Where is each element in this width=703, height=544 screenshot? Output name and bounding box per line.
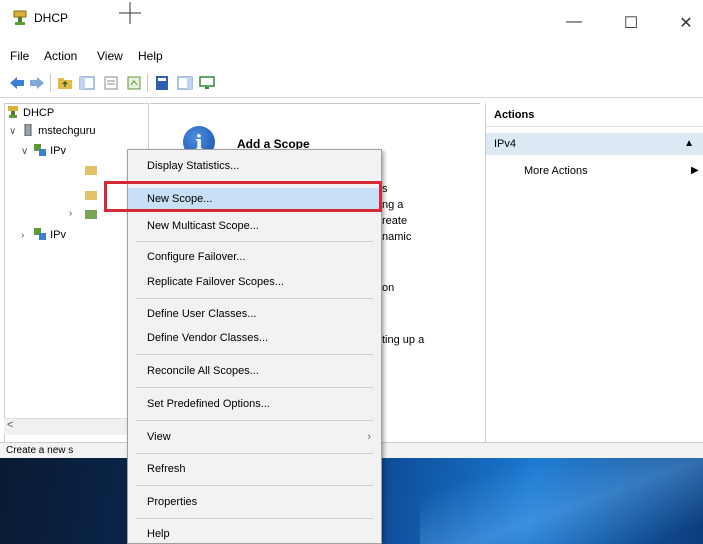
- collapse-chevron-icon[interactable]: ∨: [21, 146, 31, 157]
- crosshair-cursor-icon: [119, 2, 141, 24]
- more-actions-link[interactable]: More Actions: [524, 165, 588, 177]
- center-text-fragment: reate: [382, 215, 408, 227]
- highlight-annotation-box: [104, 181, 382, 212]
- center-text-fragment: namic: [382, 231, 412, 243]
- menu-separator: [136, 354, 373, 355]
- status-text: Create a new s: [6, 445, 74, 456]
- actions-section-label: IPv4: [494, 138, 517, 150]
- actions-pane: Actions IPv4 ▲ More Actions ▶: [485, 103, 703, 443]
- menu-item-set-predefined-options[interactable]: Set Predefined Options...: [128, 393, 381, 415]
- expand-chevron-icon[interactable]: ›: [21, 230, 31, 241]
- tree-label-server: mstechguru: [38, 125, 96, 137]
- forward-arrow-icon[interactable]: [28, 75, 46, 91]
- tree-label-ipv6: IPv: [50, 229, 66, 241]
- tree-label-dhcp: DHCP: [23, 107, 55, 119]
- menu-item-define-vendor-classes[interactable]: Define Vendor Classes...: [128, 327, 381, 349]
- center-text-fragment: s: [382, 183, 388, 195]
- actions-section-ipv4[interactable]: IPv4 ▲: [486, 133, 703, 155]
- menu-item-view[interactable]: View ›: [128, 426, 381, 448]
- ipv6-node-icon: [34, 228, 47, 240]
- scroll-left-arrow-icon[interactable]: <: [7, 419, 13, 431]
- collapse-chevron-icon[interactable]: ∨: [9, 126, 19, 137]
- menu-view[interactable]: View: [97, 49, 123, 63]
- menu-item-replicate-failover-scopes[interactable]: Replicate Failover Scopes...: [128, 271, 381, 293]
- menu-file[interactable]: File: [10, 49, 29, 63]
- menu-action[interactable]: Action: [44, 49, 77, 63]
- menu-item-help[interactable]: Help: [128, 523, 381, 544]
- tree-node-dhcp[interactable]: DHCP: [7, 106, 54, 122]
- center-text-fragment: ting up a: [382, 334, 425, 346]
- title-bar[interactable]: DHCP — ☐ ✕: [0, 0, 703, 44]
- tree-node-server[interactable]: ∨ mstechguru: [9, 124, 96, 140]
- dhcp-node-icon: [8, 106, 18, 118]
- menu-separator: [136, 387, 373, 388]
- menu-separator: [136, 241, 373, 242]
- expand-chevron-icon[interactable]: ›: [69, 208, 72, 219]
- menu-separator: [136, 453, 373, 454]
- refresh-icon[interactable]: [125, 75, 143, 91]
- filter-folder-icon: [85, 210, 97, 219]
- menu-help[interactable]: Help: [138, 49, 163, 63]
- minimize-button[interactable]: —: [563, 13, 585, 31]
- tree-node-ipv6[interactable]: › IPv: [21, 228, 66, 244]
- action-pane-icon[interactable]: [176, 75, 194, 91]
- maximize-button[interactable]: ☐: [620, 13, 642, 33]
- up-folder-icon[interactable]: [56, 75, 74, 91]
- properties-icon[interactable]: [102, 75, 120, 91]
- back-arrow-icon[interactable]: [8, 75, 26, 91]
- ipv4-node-icon: [34, 144, 47, 156]
- toolbar: [0, 68, 703, 98]
- menu-item-display-statistics[interactable]: Display Statistics...: [128, 155, 381, 177]
- collapse-up-arrow-icon[interactable]: ▲: [684, 133, 694, 155]
- menu-item-properties[interactable]: Properties: [128, 491, 381, 513]
- menu-item-reconcile-all-scopes[interactable]: Reconcile All Scopes...: [128, 360, 381, 382]
- menu-separator: [136, 485, 373, 486]
- tree-label-ipv4: IPv: [50, 145, 66, 157]
- menu-separator: [136, 420, 373, 421]
- menu-bar: File Action View Help: [0, 48, 703, 66]
- menu-item-new-multicast-scope[interactable]: New Multicast Scope...: [128, 215, 381, 237]
- tree-node-ipv4[interactable]: ∨ IPv: [21, 144, 66, 160]
- center-text-fragment: ng a: [382, 199, 404, 211]
- submenu-chevron-icon: ›: [367, 431, 371, 443]
- menu-separator: [136, 518, 373, 519]
- menu-item-configure-failover[interactable]: Configure Failover...: [128, 246, 381, 268]
- submenu-arrow-icon[interactable]: ▶: [691, 165, 699, 176]
- actions-header: Actions: [486, 109, 703, 127]
- toolbar-separator: [147, 74, 148, 92]
- dhcp-app-icon: [13, 10, 27, 25]
- server-icon: [24, 124, 32, 136]
- monitor-icon[interactable]: [198, 75, 216, 91]
- show-hide-tree-icon[interactable]: [78, 75, 96, 91]
- close-button[interactable]: ✕: [675, 13, 697, 33]
- help-book-icon[interactable]: [153, 75, 171, 91]
- menu-item-refresh[interactable]: Refresh: [128, 458, 381, 480]
- window-title: DHCP: [34, 11, 69, 25]
- desktop-light-streak: [420, 458, 703, 544]
- center-text-fragment: on: [382, 282, 395, 294]
- toolbar-separator: [50, 74, 51, 92]
- menu-separator: [136, 298, 373, 299]
- folder-icon: [85, 166, 97, 175]
- menu-item-define-user-classes[interactable]: Define User Classes...: [128, 303, 381, 325]
- folder-icon: [85, 191, 97, 200]
- menu-item-view-label: View: [147, 431, 171, 443]
